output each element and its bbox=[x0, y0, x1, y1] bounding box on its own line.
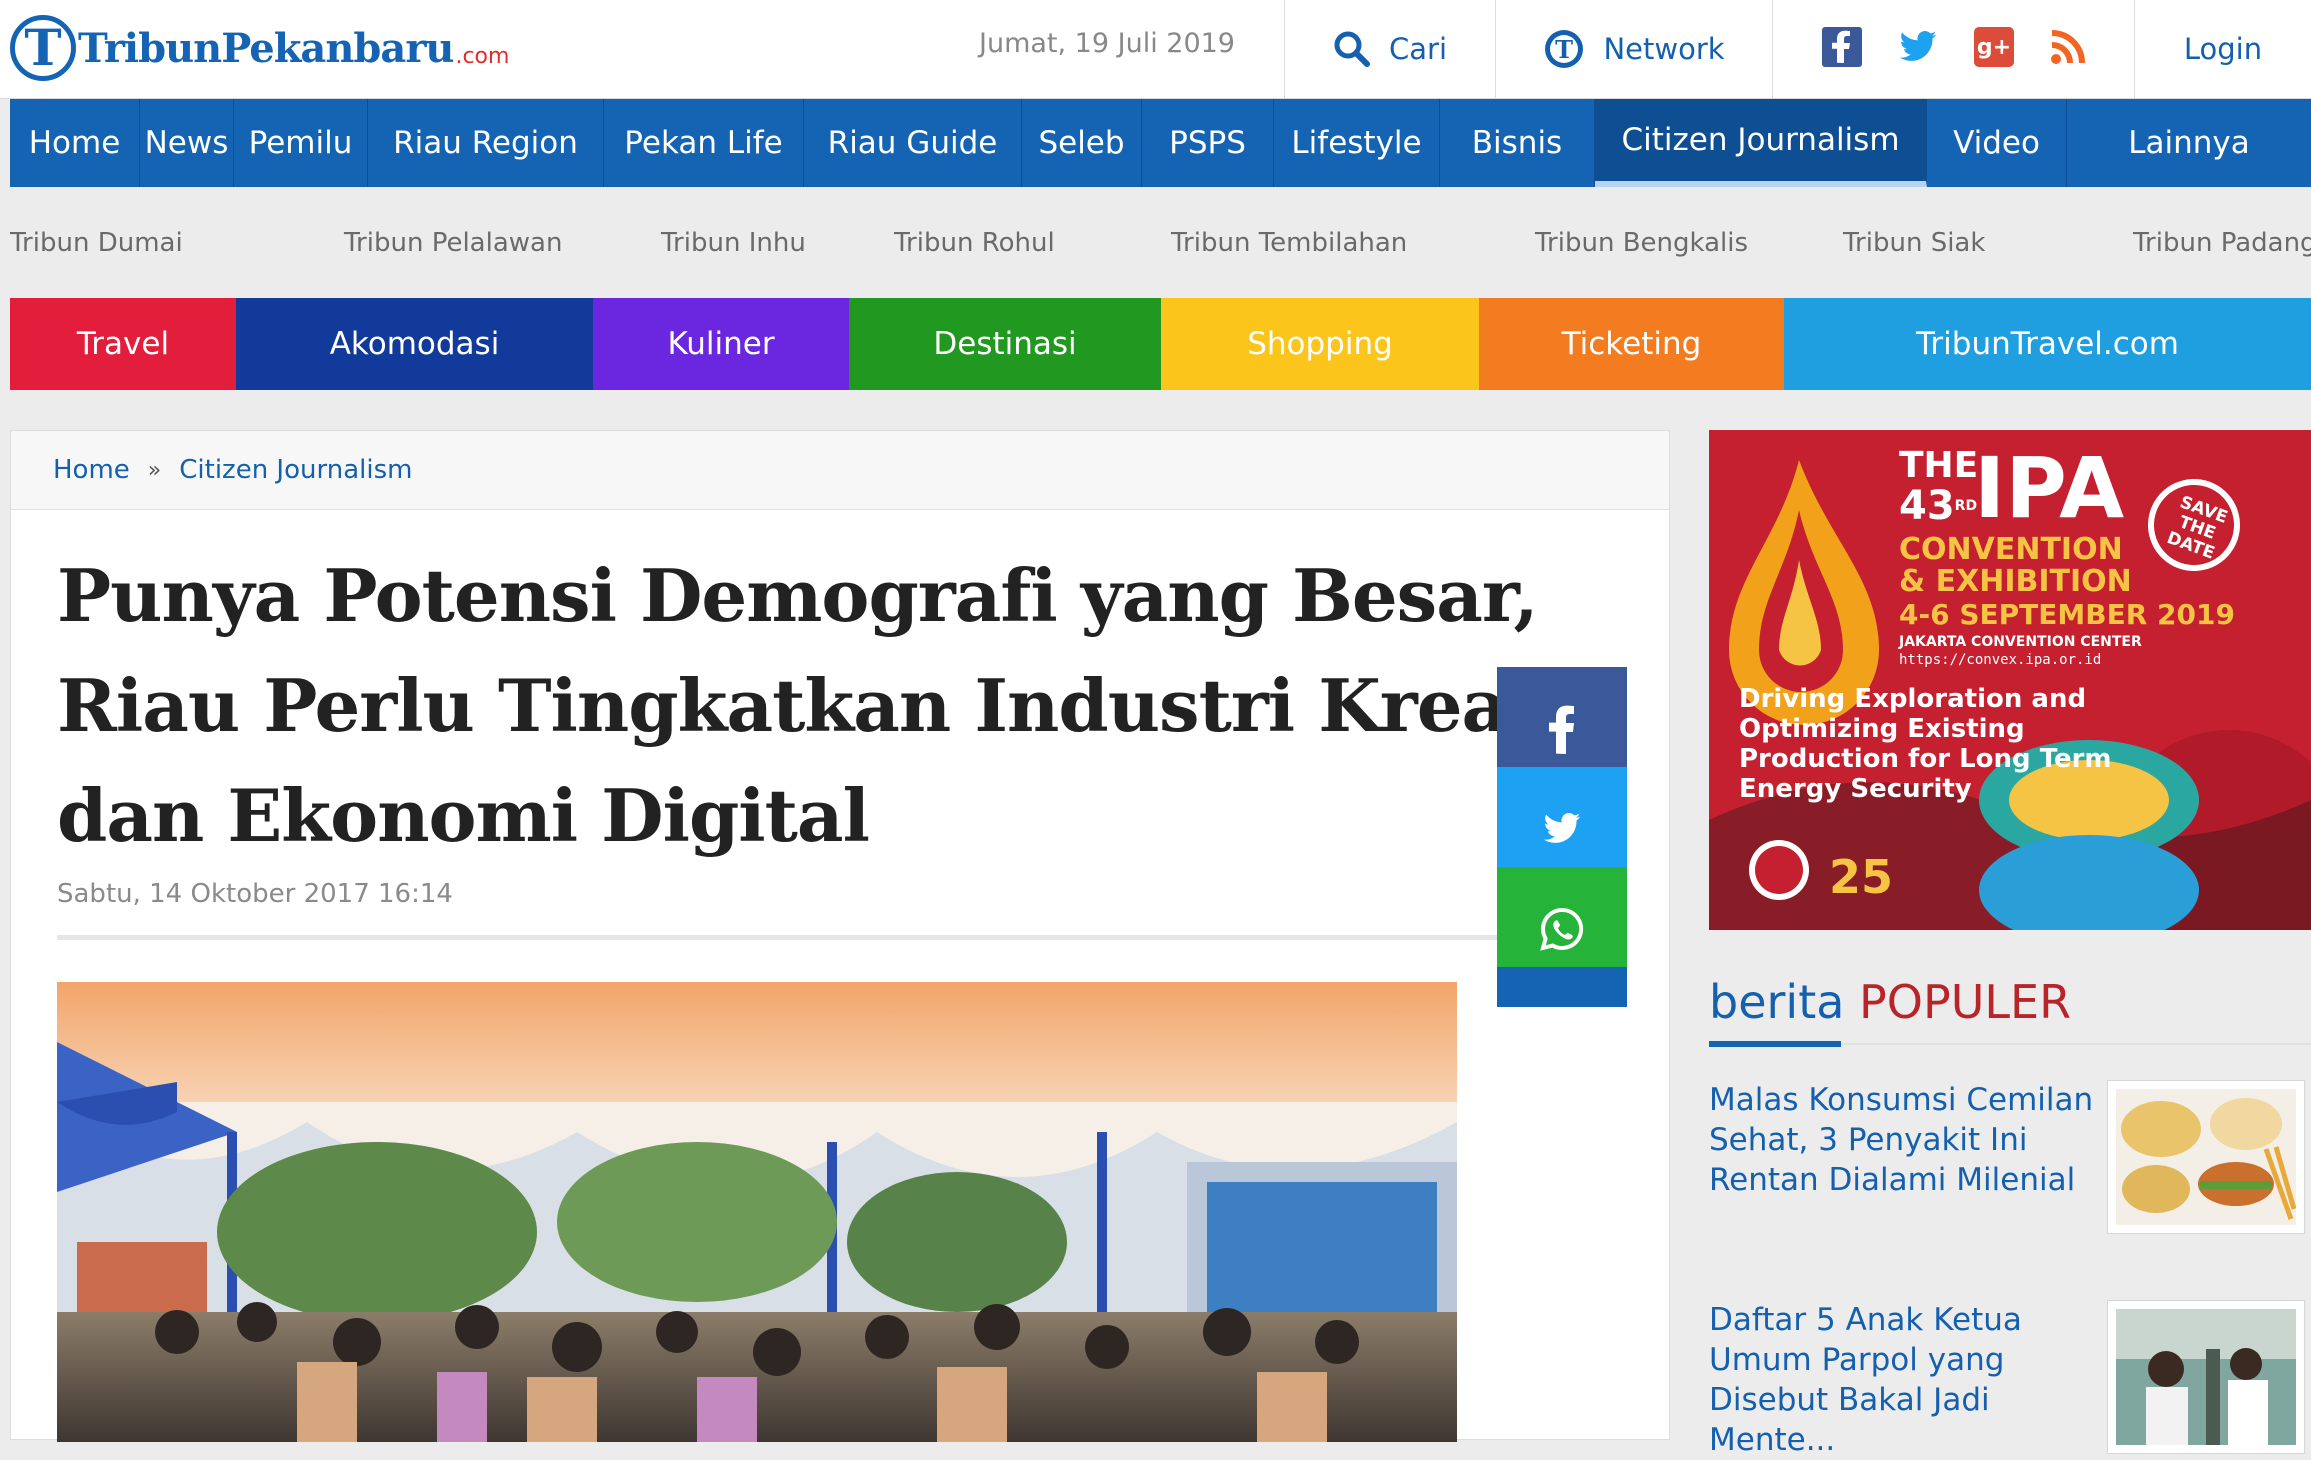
ad-line2: & EXHIBITION bbox=[1899, 564, 2132, 599]
twitter-icon bbox=[1539, 809, 1585, 853]
facebook-icon[interactable] bbox=[1822, 27, 1862, 67]
popular-item-title[interactable]: Daftar 5 Anak Ketua Umum Parpol yang Dis… bbox=[1709, 1300, 2099, 1460]
twitter-icon[interactable] bbox=[1896, 27, 1940, 67]
ad-the: THE bbox=[1899, 445, 1979, 486]
popular-heading-word2: POPULER bbox=[1859, 975, 2072, 1029]
ad-url: https://convex.ipa.or.id bbox=[1899, 652, 2102, 668]
tribun-logo-icon: T bbox=[10, 15, 76, 81]
nav-psps[interactable]: PSPS bbox=[1142, 99, 1274, 187]
login-button[interactable]: Login bbox=[2135, 0, 2311, 98]
travel-category-bar: Travel Akomodasi Kuliner Destinasi Shopp… bbox=[10, 298, 2311, 390]
network-button[interactable]: T Network bbox=[1496, 0, 1772, 98]
ad-venue: JAKARTA CONVENTION CENTER bbox=[1899, 634, 2142, 650]
nav-pekan-life[interactable]: Pekan Life bbox=[604, 99, 804, 187]
article-container: Home » Citizen Journalism Punya Potensi … bbox=[10, 430, 1670, 1442]
logo-name: TribunPekanbaru bbox=[78, 24, 454, 72]
ad-tagline: Driving Exploration and Optimizing Exist… bbox=[1739, 684, 2112, 804]
nav-citizen-journalism[interactable]: Citizen Journalism bbox=[1595, 99, 1927, 187]
search-button[interactable]: Cari bbox=[1285, 0, 1495, 98]
network-t-icon: T bbox=[1543, 28, 1585, 70]
breadcrumb-home[interactable]: Home bbox=[53, 455, 130, 485]
nav-riau-guide[interactable]: Riau Guide bbox=[804, 99, 1022, 187]
title-line: Riau Perlu Tingkatkan Industri Kreatif bbox=[57, 663, 1597, 748]
svg-text:T: T bbox=[1556, 35, 1574, 64]
travel-tab-tribuntravel[interactable]: TribunTravel.com bbox=[1784, 298, 2311, 390]
header-divider bbox=[1772, 0, 1773, 98]
article-date: Sabtu, 14 Oktober 2017 16:14 bbox=[57, 879, 453, 909]
google-plus-icon[interactable]: g+ bbox=[1974, 27, 2014, 67]
ad-brand: IPA bbox=[1974, 439, 2125, 537]
article-photo[interactable] bbox=[57, 982, 1457, 1442]
title-line: dan Ekonomi Digital bbox=[57, 773, 870, 858]
travel-tab-destinasi[interactable]: Destinasi bbox=[849, 298, 1161, 390]
breadcrumb-separator: » bbox=[147, 457, 162, 483]
nav-bisnis[interactable]: Bisnis bbox=[1440, 99, 1595, 187]
ad-edition: 43 bbox=[1899, 483, 1955, 529]
nav-video[interactable]: Video bbox=[1927, 99, 2067, 187]
popular-item[interactable]: Malas Konsumsi Cemilan Sehat, 3 Penyakit… bbox=[1709, 1080, 2311, 1240]
popular-item-thumbnail[interactable] bbox=[2107, 1080, 2305, 1234]
travel-tab-kuliner[interactable]: Kuliner bbox=[593, 298, 849, 390]
region-link[interactable]: Tribun Siak bbox=[1843, 228, 1985, 258]
travel-tab-travel[interactable]: Travel bbox=[10, 298, 236, 390]
travel-tab-akomodasi[interactable]: Akomodasi bbox=[236, 298, 593, 390]
ad-dates: 4-6 SEPTEMBER 2019 bbox=[1899, 598, 2235, 631]
title-divider bbox=[57, 935, 1627, 940]
facebook-icon bbox=[1547, 704, 1577, 758]
tagline-line: Energy Security bbox=[1739, 774, 1972, 804]
region-link[interactable]: Tribun Inhu bbox=[661, 228, 806, 258]
tagline-line: Driving Exploration and bbox=[1739, 684, 2087, 714]
ipa-convention-ad[interactable]: THE 43RD IPA CONVENTION & EXHIBITION 4-6… bbox=[1709, 430, 2311, 930]
logo-domain: .com bbox=[455, 43, 510, 69]
tagline-line: Production for Long Term bbox=[1739, 744, 2112, 774]
nav-home[interactable]: Home bbox=[10, 99, 140, 187]
region-link[interactable]: Tribun Padang bbox=[2133, 228, 2311, 258]
region-link[interactable]: Tribun Pelalawan bbox=[344, 228, 562, 258]
popular-item[interactable]: Daftar 5 Anak Ketua Umum Parpol yang Dis… bbox=[1709, 1300, 2311, 1458]
nav-lifestyle[interactable]: Lifestyle bbox=[1274, 99, 1440, 187]
breadcrumb-section[interactable]: Citizen Journalism bbox=[179, 455, 412, 485]
login-label: Login bbox=[2183, 32, 2263, 66]
network-label: Network bbox=[1603, 32, 1725, 66]
article-title: Punya Potensi Demografi yang Besar, Riau… bbox=[57, 541, 1617, 871]
popular-divider-accent bbox=[1709, 1041, 1841, 1047]
nav-pemilu[interactable]: Pemilu bbox=[234, 99, 368, 187]
region-link[interactable]: Tribun Dumai bbox=[10, 228, 183, 258]
share-more-button[interactable] bbox=[1497, 967, 1627, 1007]
region-link[interactable]: Tribun Bengkalis bbox=[1535, 228, 1748, 258]
tagline-line: Optimizing Existing bbox=[1739, 714, 2025, 744]
rss-icon[interactable] bbox=[2048, 27, 2088, 67]
nav-seleb[interactable]: Seleb bbox=[1022, 99, 1142, 187]
travel-tab-shopping[interactable]: Shopping bbox=[1161, 298, 1479, 390]
main-navigation: Home News Pemilu Riau Region Pekan Life … bbox=[10, 99, 2311, 187]
ad-anniversary: 25 bbox=[1829, 850, 1894, 904]
popular-item-thumbnail[interactable] bbox=[2107, 1300, 2305, 1454]
nav-news[interactable]: News bbox=[140, 99, 234, 187]
region-link[interactable]: Tribun Rohul bbox=[894, 228, 1055, 258]
search-icon bbox=[1333, 30, 1371, 68]
region-link[interactable]: Tribun Tembilahan bbox=[1171, 228, 1407, 258]
ad-line1: CONVENTION bbox=[1899, 532, 2123, 567]
nav-riau-region[interactable]: Riau Region bbox=[368, 99, 604, 187]
site-logo[interactable]: T TribunPekanbaru .com bbox=[10, 8, 509, 88]
nav-lainnya[interactable]: Lainnya bbox=[2067, 99, 2311, 187]
site-header: T TribunPekanbaru .com Jumat, 19 Juli 20… bbox=[0, 0, 2311, 99]
search-label: Cari bbox=[1389, 32, 1447, 66]
title-line: Punya Potensi Demografi yang Besar, bbox=[57, 553, 1539, 638]
travel-tab-ticketing[interactable]: Ticketing bbox=[1479, 298, 1784, 390]
popular-heading: berita POPULER bbox=[1709, 975, 2071, 1029]
header-date: Jumat, 19 Juli 2019 bbox=[979, 28, 1235, 59]
popular-heading-word1: berita bbox=[1709, 975, 1845, 1029]
breadcrumb: Home » Citizen Journalism bbox=[11, 431, 1669, 510]
whatsapp-icon bbox=[1539, 906, 1585, 956]
regional-links-bar: Tribun Dumai Tribun Pelalawan Tribun Inh… bbox=[0, 206, 2311, 286]
popular-item-title[interactable]: Malas Konsumsi Cemilan Sehat, 3 Penyakit… bbox=[1709, 1080, 2099, 1200]
